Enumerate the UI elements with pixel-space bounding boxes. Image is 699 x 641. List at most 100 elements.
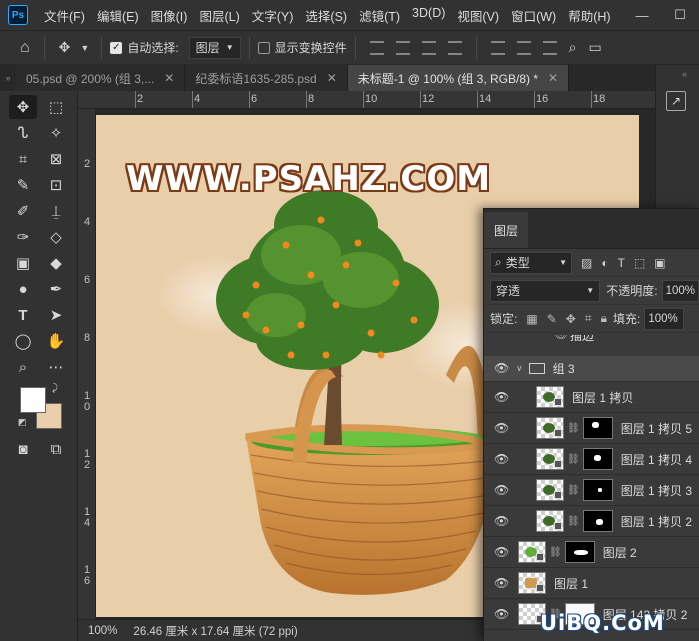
link-icon[interactable]: ⛓ <box>567 485 580 496</box>
tab-05-psd[interactable]: 05.psd @ 200% (组 3,... ✕ <box>16 65 186 91</box>
eye-icon[interactable]: 👁︎ <box>494 576 509 590</box>
properties-icon[interactable]: ↗ <box>666 91 686 111</box>
lock-position-icon[interactable]: ✥ <box>566 312 576 326</box>
quick-mask-icon[interactable]: ◙ <box>9 437 37 461</box>
menu-file[interactable]: 文件(F) <box>38 6 91 25</box>
frame-tool-icon[interactable]: ⊠ <box>42 147 70 171</box>
more-tools-icon[interactable]: ⋯ <box>42 355 70 379</box>
default-colors-icon[interactable]: ◩ <box>18 417 27 428</box>
link-icon[interactable]: ⛓ <box>549 547 562 558</box>
gradient-tool-icon[interactable]: ▣ <box>9 251 37 275</box>
menu-window[interactable]: 窗口(W) <box>505 6 562 25</box>
tab-layers[interactable]: 图层 <box>484 212 529 248</box>
dodge-tool-icon[interactable]: ● <box>9 277 37 301</box>
tab-slogan-psd[interactable]: 纪委标语1635-285.psd ✕ <box>185 65 348 91</box>
link-icon[interactable]: ⛓ <box>567 423 580 434</box>
partial-layer-row[interactable]: 👁︎ 描边 <box>484 335 699 341</box>
menu-edit[interactable]: 编辑(E) <box>91 6 145 25</box>
zoom-tool-icon[interactable]: ⌕ <box>9 355 37 379</box>
menu-view[interactable]: 视图(V) <box>451 6 505 25</box>
pen-tool-icon[interactable]: ✒ <box>42 277 70 301</box>
eye-icon[interactable]: 👁︎ <box>554 335 568 341</box>
layer-mask-thumbnail[interactable] <box>582 417 613 439</box>
shape-tool-icon[interactable]: ◯ <box>9 329 37 353</box>
hand-tool-icon[interactable]: ✋ <box>42 329 70 353</box>
eyedropper-tool-icon[interactable]: ✎ <box>9 173 37 197</box>
align-top-icon[interactable] <box>490 40 505 55</box>
history-brush-tool-icon[interactable]: ✑ <box>9 225 37 249</box>
crop-tool-icon[interactable]: ⌗ <box>9 147 37 171</box>
align-middle-icon[interactable] <box>516 40 531 55</box>
align-center-icon[interactable] <box>395 40 410 55</box>
layer-row[interactable]: 👁︎ ⛓ 图层 1 拷贝 4 <box>484 444 699 475</box>
lock-artboard-icon[interactable]: ⌗ <box>585 311 592 326</box>
close-icon[interactable]: ✕ <box>327 71 337 85</box>
link-icon[interactable]: ⛓ <box>567 454 580 465</box>
chevron-down-icon[interactable]: ▼ <box>76 43 93 53</box>
lock-transparent-icon[interactable]: ▦ <box>526 312 537 326</box>
foreground-color-swatch[interactable] <box>20 387 46 413</box>
menu-filter[interactable]: 滤镜(T) <box>353 6 406 25</box>
close-icon[interactable]: ✕ <box>164 71 174 85</box>
lasso-tool-icon[interactable]: ᔐ <box>9 121 37 145</box>
stamp-tool-icon[interactable]: ⍊ <box>42 199 70 223</box>
opacity-input[interactable]: 100% <box>661 279 699 302</box>
shape-filter-icon[interactable]: ⬚ <box>634 256 645 270</box>
link-icon[interactable]: ⛓ <box>567 516 580 527</box>
zoom-level[interactable]: 100% <box>88 625 117 637</box>
layer-mask-thumbnail[interactable] <box>582 479 613 501</box>
layer-mask-thumbnail[interactable] <box>582 448 613 470</box>
expand-panels-icon[interactable]: « <box>682 69 687 79</box>
auto-select-target-dropdown[interactable]: 图层 ▼ <box>188 36 241 59</box>
layer-row[interactable]: 👁︎ ⛓ 图层 2 <box>484 537 699 568</box>
eraser-tool-icon[interactable]: ◇ <box>42 225 70 249</box>
type-filter-icon[interactable]: T <box>618 256 625 270</box>
layer-row[interactable]: 👁︎ ⛓ 图层 1 拷贝 2 <box>484 506 699 537</box>
menu-select[interactable]: 选择(S) <box>299 6 353 25</box>
menu-type[interactable]: 文字(Y) <box>246 6 300 25</box>
collapse-icon[interactable]: » <box>0 65 16 91</box>
move-tool-icon[interactable]: ✥ <box>9 95 37 119</box>
layer-group-3[interactable]: 👁︎ ∨ 组 3 <box>484 356 699 382</box>
workspace-icon[interactable]: ▭ <box>582 39 607 56</box>
close-icon[interactable]: ✕ <box>548 71 558 85</box>
eye-icon[interactable]: 👁︎ <box>494 545 509 559</box>
blend-mode-dropdown[interactable]: 穿透 ▼ <box>490 279 601 302</box>
align-left-icon[interactable] <box>369 40 384 55</box>
layer-mask-thumbnail[interactable] <box>564 541 595 563</box>
lock-all-icon[interactable]: 🔒︎ <box>601 311 607 326</box>
eye-icon[interactable]: 👁︎ <box>494 452 509 466</box>
adjustment-filter-icon[interactable]: ◐ <box>601 256 608 270</box>
lock-pixels-icon[interactable]: ✎ <box>547 312 557 326</box>
pixel-filter-icon[interactable]: ▨ <box>581 256 592 270</box>
fill-input[interactable]: 100% <box>644 307 685 330</box>
path-selection-tool-icon[interactable]: ➤ <box>42 303 70 327</box>
screen-mode-icon[interactable]: ⧉ <box>42 437 70 461</box>
eye-icon[interactable]: 👁︎ <box>494 514 509 528</box>
distribute-icon[interactable] <box>447 40 462 55</box>
chevron-down-icon[interactable]: ∨ <box>516 363 523 374</box>
eye-icon[interactable]: 👁︎ <box>494 421 509 435</box>
type-tool-icon[interactable]: T <box>9 303 37 327</box>
align-right-icon[interactable] <box>421 40 436 55</box>
layer-row[interactable]: 👁︎ ⛓ 图层 1 拷贝 5 <box>484 413 699 444</box>
layer-row[interactable]: 👁︎ 图层 1 拷贝 <box>484 382 699 413</box>
swap-colors-icon[interactable]: ⤸ <box>52 383 58 394</box>
eye-icon[interactable]: 👁︎ <box>494 483 509 497</box>
brush-tool-icon[interactable]: ✐ <box>9 199 37 223</box>
layer-row[interactable]: 👁︎ ⛓ 图层 1 拷贝 3 <box>484 475 699 506</box>
tab-untitled-1[interactable]: 未标题-1 @ 100% (组 3, RGB/8) * ✕ <box>347 65 570 91</box>
maximize-button[interactable]: ☐ <box>661 7 699 23</box>
move-tool-icon[interactable]: ✥ <box>53 39 77 56</box>
menu-3d[interactable]: 3D(D) <box>406 6 451 25</box>
layer-filter-kind-dropdown[interactable]: ⌕ 类型 ▼ <box>490 251 572 274</box>
minimize-button[interactable]: — <box>623 8 661 23</box>
spot-healing-tool-icon[interactable]: ⊡ <box>42 173 70 197</box>
eye-icon[interactable]: 👁︎ <box>494 607 509 621</box>
eye-icon[interactable]: 👁︎ <box>494 390 509 404</box>
home-icon[interactable]: ⌂ <box>14 39 36 57</box>
marquee-tool-icon[interactable]: ⬚ <box>42 95 70 119</box>
blur-tool-icon[interactable]: ◆ <box>42 251 70 275</box>
smart-object-filter-icon[interactable]: ▣ <box>654 256 665 270</box>
eye-icon[interactable]: 👁︎ <box>494 361 509 375</box>
